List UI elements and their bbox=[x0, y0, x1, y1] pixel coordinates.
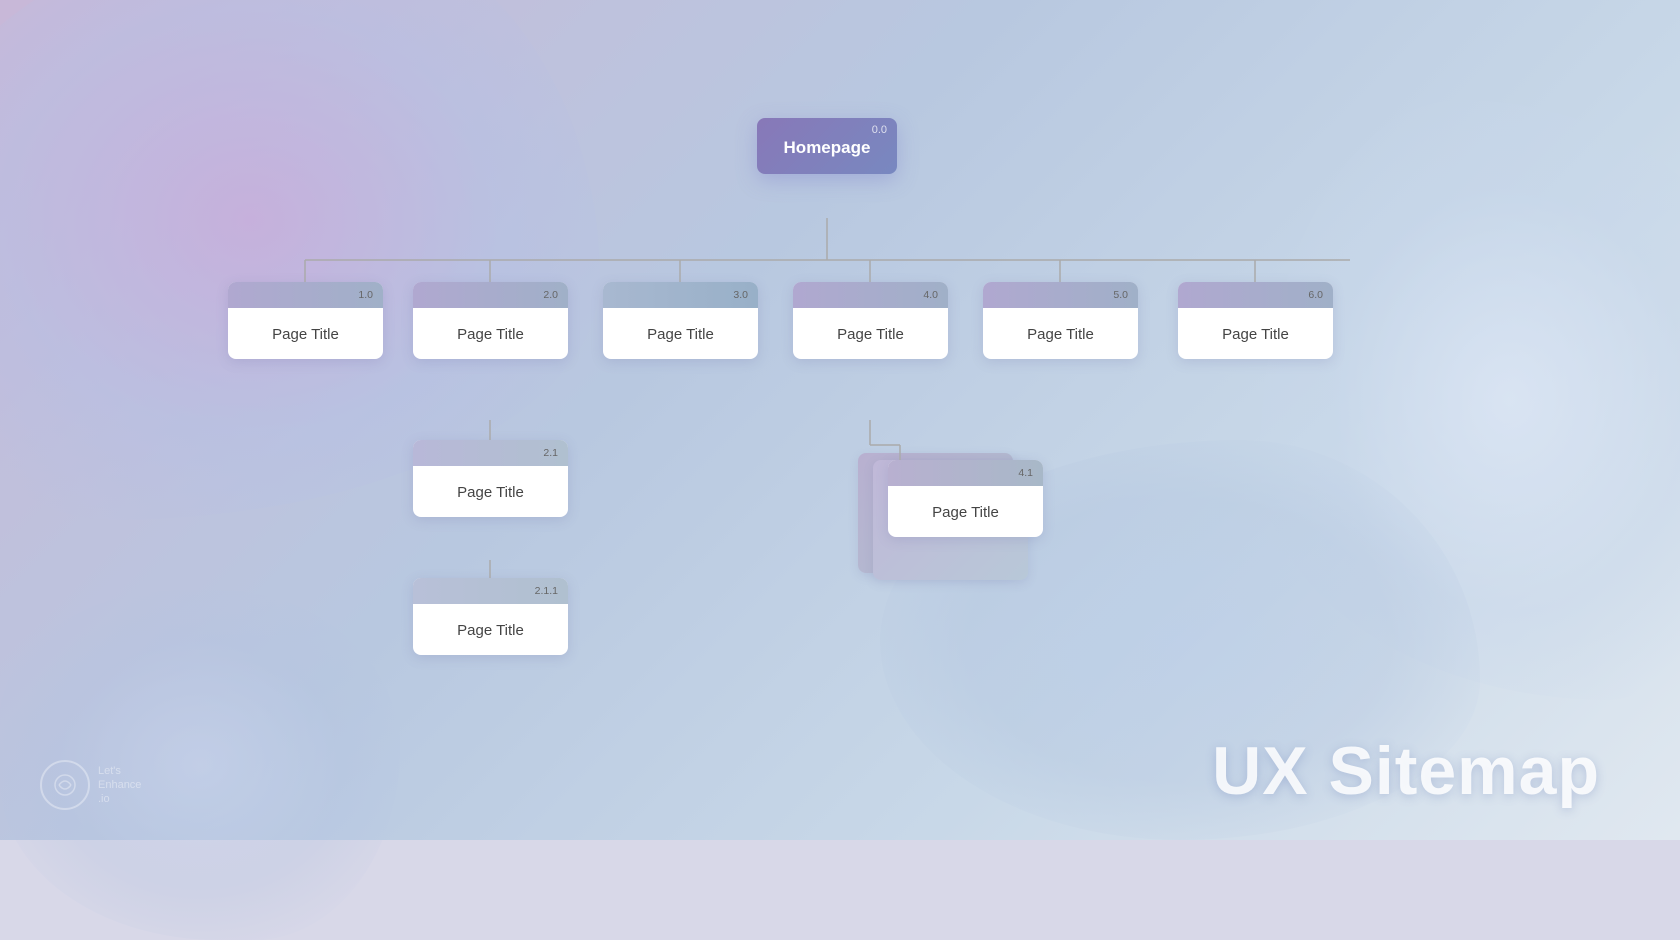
logo-circle bbox=[40, 760, 90, 810]
node-2-1-1-tab: 2.1.1 bbox=[413, 578, 568, 604]
node-2-1-1-body: Page Title bbox=[413, 604, 568, 655]
node-6-0-tab: 6.0 bbox=[1178, 282, 1333, 308]
node-3-0-id: 3.0 bbox=[733, 289, 748, 301]
node-4-0-id: 4.0 bbox=[923, 289, 938, 301]
node-2-0-label: Page Title bbox=[457, 326, 524, 343]
node-2-1-label: Page Title bbox=[457, 484, 524, 501]
node-6-0-body: Page Title bbox=[1178, 308, 1333, 359]
node-4-1-tab: 4.1 bbox=[888, 460, 1043, 486]
node-5-0-id: 5.0 bbox=[1113, 289, 1128, 301]
node-2-0[interactable]: 2.0 Page Title bbox=[413, 282, 568, 359]
node-2-1-1-id: 2.1.1 bbox=[535, 585, 558, 597]
node-5-0-body: Page Title bbox=[983, 308, 1138, 359]
node-homepage-id: 0.0 bbox=[872, 124, 887, 136]
node-2-1-id: 2.1 bbox=[543, 447, 558, 459]
node-2-1-tab: 2.1 bbox=[413, 440, 568, 466]
node-4-0[interactable]: 4.0 Page Title bbox=[793, 282, 948, 359]
node-6-0-label: Page Title bbox=[1222, 326, 1289, 343]
node-4-1-label: Page Title bbox=[932, 504, 999, 521]
node-6-0[interactable]: 6.0 Page Title bbox=[1178, 282, 1333, 359]
logo: Let's Enhance .io bbox=[40, 760, 141, 810]
node-1-0-label: Page Title bbox=[272, 326, 339, 343]
node-4-1-id: 4.1 bbox=[1018, 467, 1033, 479]
node-4-0-body: Page Title bbox=[793, 308, 948, 359]
node-2-0-body: Page Title bbox=[413, 308, 568, 359]
node-4-0-label: Page Title bbox=[837, 326, 904, 343]
node-5-0[interactable]: 5.0 Page Title bbox=[983, 282, 1138, 359]
logo-text: Let's Enhance .io bbox=[98, 764, 141, 807]
node-3-0-tab: 3.0 bbox=[603, 282, 758, 308]
node-1-0[interactable]: 1.0 Page Title bbox=[228, 282, 383, 359]
node-5-0-label: Page Title bbox=[1027, 326, 1094, 343]
node-2-0-tab: 2.0 bbox=[413, 282, 568, 308]
node-2-1-1-label: Page Title bbox=[457, 622, 524, 639]
node-6-0-id: 6.0 bbox=[1308, 289, 1323, 301]
node-homepage-label: Homepage bbox=[784, 138, 871, 157]
node-homepage[interactable]: 0.0 Homepage bbox=[757, 118, 897, 174]
node-1-0-body: Page Title bbox=[228, 308, 383, 359]
node-4-1[interactable]: 4.1 Page Title bbox=[888, 460, 1043, 537]
node-5-0-tab: 5.0 bbox=[983, 282, 1138, 308]
sitemap-title: UX Sitemap bbox=[1212, 732, 1600, 810]
node-4-0-tab: 4.0 bbox=[793, 282, 948, 308]
main-content: 0.0 Homepage 1.0 Page Title 2.0 Page Tit… bbox=[0, 0, 1680, 840]
node-4-1-body: Page Title bbox=[888, 486, 1043, 537]
node-2-1-body: Page Title bbox=[413, 466, 568, 517]
node-2-1[interactable]: 2.1 Page Title bbox=[413, 440, 568, 517]
node-3-0-label: Page Title bbox=[647, 326, 714, 343]
node-3-0-body: Page Title bbox=[603, 308, 758, 359]
node-3-0[interactable]: 3.0 Page Title bbox=[603, 282, 758, 359]
node-1-0-tab: 1.0 bbox=[228, 282, 383, 308]
node-2-1-1[interactable]: 2.1.1 Page Title bbox=[413, 578, 568, 655]
node-1-0-id: 1.0 bbox=[358, 289, 373, 301]
node-2-0-id: 2.0 bbox=[543, 289, 558, 301]
